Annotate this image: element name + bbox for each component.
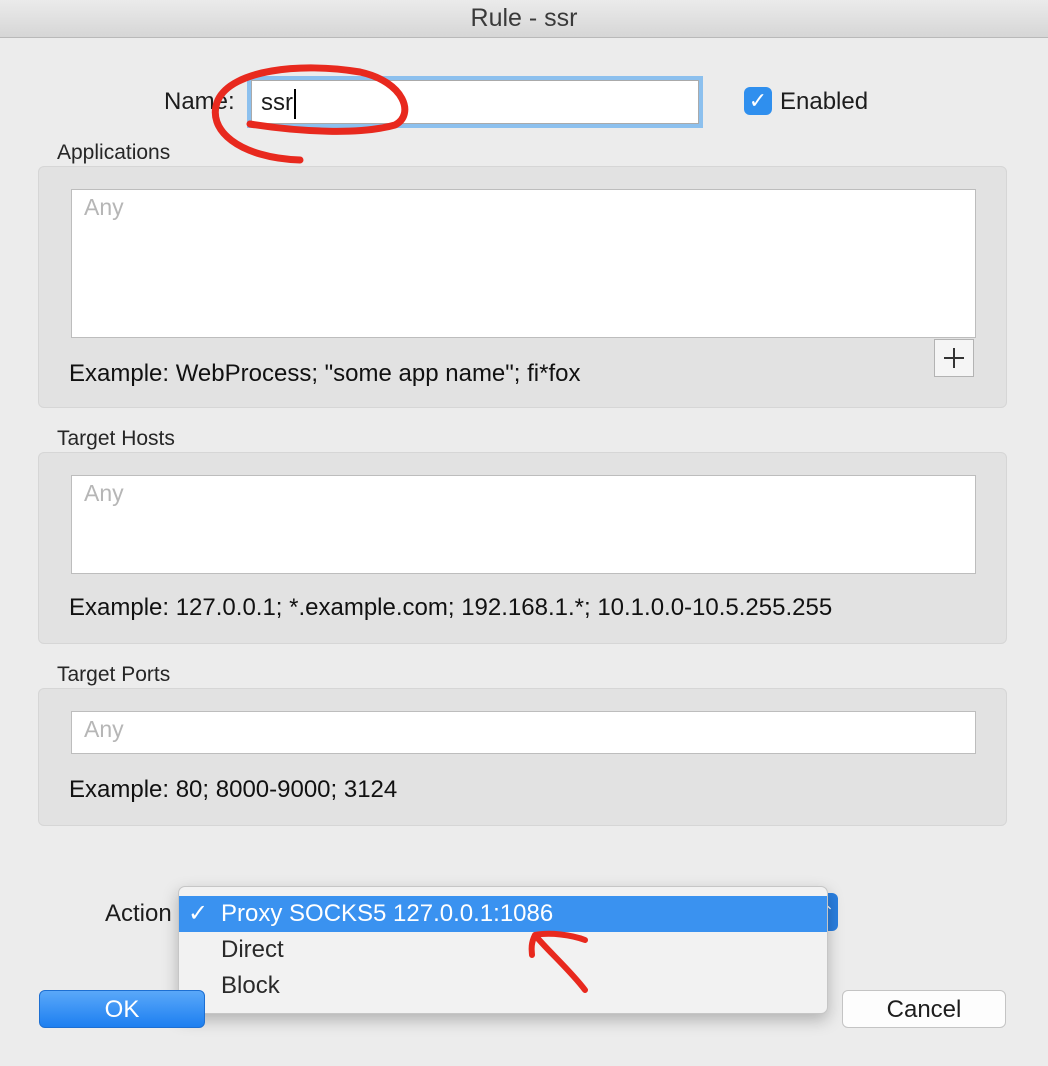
- applications-input[interactable]: Any: [71, 189, 976, 338]
- action-option-label: Direct: [221, 936, 284, 963]
- action-option-direct[interactable]: Direct: [179, 932, 827, 968]
- enabled-checkbox[interactable]: ✓: [744, 87, 772, 115]
- action-option-label: Block: [221, 972, 280, 999]
- action-option-block[interactable]: Block: [179, 968, 827, 1004]
- target-ports-input[interactable]: Any: [71, 711, 976, 754]
- checkmark-icon: ✓: [188, 900, 209, 927]
- action-dropdown-menu[interactable]: ✓ Proxy SOCKS5 127.0.0.1:1086 Direct Blo…: [178, 886, 828, 1014]
- applications-placeholder: Any: [84, 194, 124, 220]
- name-label: Name:: [164, 88, 235, 115]
- target-ports-example: Example: 80; 8000-9000; 3124: [69, 776, 398, 803]
- name-input[interactable]: ssr: [251, 80, 699, 124]
- cancel-button[interactable]: Cancel: [842, 990, 1006, 1028]
- add-application-button[interactable]: [934, 339, 974, 377]
- name-input-value: ssr: [261, 89, 293, 116]
- window-title: Rule - ssr: [0, 0, 1048, 38]
- applications-panel: Any Example: WebProcess; "some app name"…: [38, 166, 1007, 408]
- enabled-label[interactable]: Enabled: [780, 88, 868, 116]
- text-caret: [294, 88, 296, 119]
- target-ports-heading: Target Ports: [57, 663, 171, 686]
- target-hosts-panel: Any Example: 127.0.0.1; *.example.com; 1…: [38, 452, 1007, 644]
- applications-example: Example: WebProcess; "some app name"; fi…: [69, 360, 581, 387]
- action-label: Action: [105, 900, 172, 927]
- action-option-proxy[interactable]: ✓ Proxy SOCKS5 127.0.0.1:1086: [179, 896, 827, 932]
- applications-heading: Applications: [57, 141, 171, 164]
- target-hosts-example: Example: 127.0.0.1; *.example.com; 192.1…: [69, 594, 833, 621]
- target-hosts-heading: Target Hosts: [57, 427, 175, 450]
- target-hosts-placeholder: Any: [84, 480, 124, 506]
- target-ports-panel: Any Example: 80; 8000-9000; 3124: [38, 688, 1007, 826]
- ok-button[interactable]: OK: [39, 990, 205, 1028]
- target-hosts-input[interactable]: Any: [71, 475, 976, 574]
- target-ports-placeholder: Any: [84, 716, 124, 742]
- action-option-label: Proxy SOCKS5 127.0.0.1:1086: [221, 900, 554, 927]
